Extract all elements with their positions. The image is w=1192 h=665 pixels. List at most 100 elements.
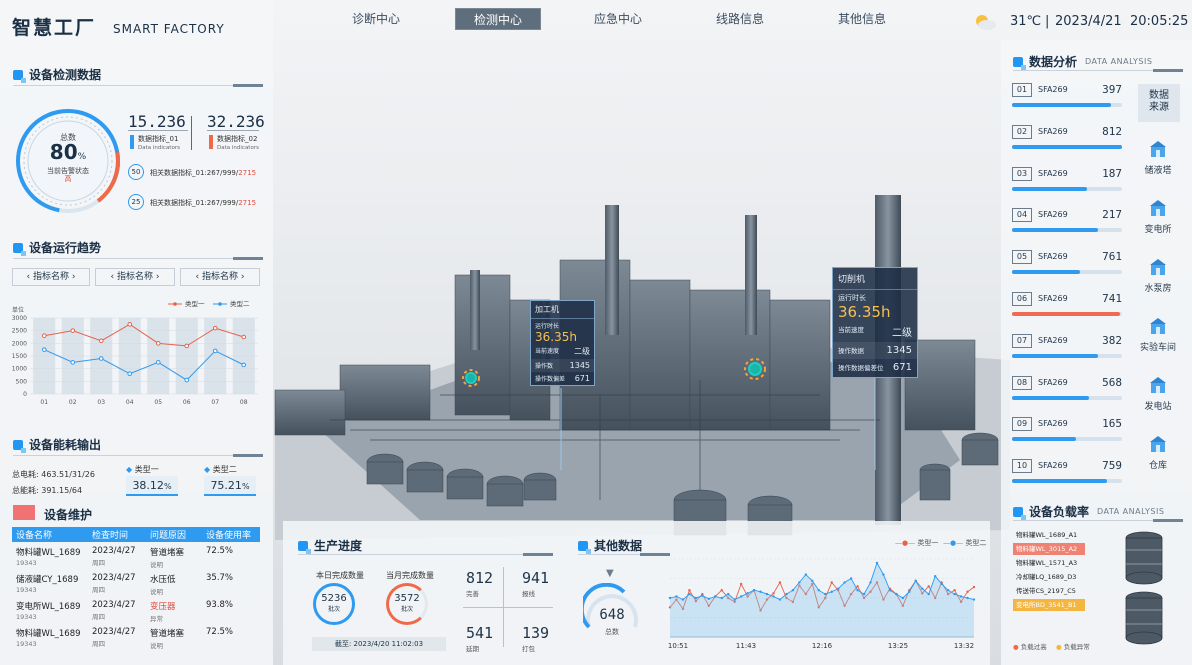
other-data-point bbox=[791, 589, 795, 592]
other-data-point bbox=[946, 589, 950, 592]
card-title: 加工机 bbox=[531, 301, 594, 319]
stat-delay: 541 bbox=[466, 624, 494, 642]
side-item-power-station[interactable]: 发电站 bbox=[1138, 376, 1178, 412]
related-metric-1: 相关数据指标_01:267/999/2715 bbox=[150, 169, 257, 177]
load-item[interactable]: 传送带CS_2197_C5 bbox=[1013, 585, 1085, 597]
other-data-point bbox=[668, 596, 672, 600]
machine-card-processing[interactable]: 加工机 运行时长 36.35h 当前速度 二级 操作数 1345 操作数偏差 671 bbox=[530, 300, 595, 386]
section-marker-icon bbox=[13, 242, 26, 256]
nav-emergency-center[interactable]: 应急中心 bbox=[575, 8, 661, 30]
other-data-point bbox=[824, 592, 827, 596]
reason-cell: 管道堵塞 说明 bbox=[150, 548, 185, 569]
other-data-point bbox=[830, 590, 833, 593]
side-item-lab-workshop[interactable]: 实验车间 bbox=[1138, 317, 1178, 353]
title-underline bbox=[1013, 69, 1183, 72]
other-data-point bbox=[804, 573, 808, 576]
current-date: 2023/4/21 bbox=[1055, 14, 1122, 29]
trend-y-tick: 2000 bbox=[12, 340, 27, 347]
nav-detection-center[interactable]: 检测中心 bbox=[455, 8, 541, 30]
device-name-cell: 变电所WL_1689 19343 bbox=[16, 602, 81, 621]
other-data-point bbox=[714, 595, 717, 598]
other-data-point bbox=[733, 598, 736, 601]
other-data-point bbox=[933, 574, 937, 578]
divider bbox=[128, 130, 188, 131]
side-item-pump-house[interactable]: 水泵房 bbox=[1138, 258, 1178, 294]
analysis-row-bar bbox=[1012, 144, 1122, 149]
analysis-row-bar-track bbox=[1012, 270, 1122, 275]
other-data-point bbox=[727, 592, 730, 596]
side-item-tank-tower[interactable]: 储液塔 bbox=[1138, 140, 1178, 176]
ring-unit: % bbox=[77, 152, 87, 162]
side-item-substation[interactable]: 变电所 bbox=[1138, 199, 1178, 235]
load-item[interactable]: 冷却罐LQ_1689_D3 bbox=[1013, 571, 1085, 583]
month-complete-value: 3572 bbox=[394, 593, 420, 604]
trend-x-tick: 05 bbox=[154, 399, 162, 406]
other-data-point bbox=[895, 592, 898, 596]
day-complete-ring: 5236 批次 bbox=[313, 583, 355, 625]
load-item[interactable]: 物料罐WL_3015_A2 bbox=[1013, 543, 1085, 555]
energy-type-1-label: ◆ 类型一 bbox=[126, 465, 159, 474]
analysis-row[interactable]: 10 SFA269 759 bbox=[1012, 459, 1124, 489]
pump-house-icon bbox=[1150, 259, 1166, 275]
metric-1-sub: Data indicators bbox=[138, 145, 180, 151]
table-row[interactable]: 储液罐CY_1689 19343 2023/4/27 周四 水压低 说明 35.7% bbox=[12, 569, 260, 596]
metric-1-value: 15.236 bbox=[128, 112, 186, 131]
analysis-row-value: 759 bbox=[1102, 459, 1122, 473]
load-item[interactable]: 物料罐WL_1571_A3 bbox=[1013, 557, 1085, 569]
analysis-row-index: 02 bbox=[1012, 124, 1032, 139]
analysis-row[interactable]: 01 SFA269 397 bbox=[1012, 83, 1124, 113]
table-row[interactable]: 变电所WL_1689 19343 2023/4/27 周四 变压器 异常 93.8% bbox=[12, 596, 260, 623]
analysis-row[interactable]: 02 SFA269 812 bbox=[1012, 124, 1124, 155]
trend-tab-3[interactable]: ‹ 指标名称 › bbox=[180, 268, 260, 286]
analysis-row-index: 07 bbox=[1012, 333, 1032, 348]
analysis-row[interactable]: 09 SFA269 165 bbox=[1012, 417, 1124, 447]
power-station-icon bbox=[1150, 377, 1166, 393]
trend-x-tick: 01 bbox=[40, 399, 48, 406]
machine-card-cutting[interactable]: 切削机 运行时长 36.35h 当前速度 二级 操作数据 1345 操作数据偏差位 6… bbox=[832, 267, 918, 378]
brand-subtitle: SMART FACTORY bbox=[113, 22, 225, 36]
analysis-row[interactable]: 03 SFA269 187 bbox=[1012, 166, 1124, 197]
analysis-row[interactable]: 04 SFA269 217 bbox=[1012, 208, 1124, 238]
other-x-tick: 11:43 bbox=[736, 642, 756, 650]
analysis-row-index: 01 bbox=[1012, 83, 1032, 97]
warehouse-icon bbox=[1150, 436, 1166, 452]
nav-line-info[interactable]: 线路信息 bbox=[697, 8, 783, 30]
other-data-point bbox=[843, 581, 846, 584]
other-data-point bbox=[778, 581, 782, 584]
analysis-row-name: SFA269 bbox=[1038, 419, 1068, 429]
maintenance-table: 设备名称 检查时间 问题原因 设备使用率 物料罐WL_1689 19343 202… bbox=[12, 527, 260, 650]
nav-other-info[interactable]: 其他信息 bbox=[819, 8, 905, 30]
trend-data-point bbox=[70, 328, 76, 333]
table-row[interactable]: 物料罐WL_1689 19343 2023/4/27 周四 管道堵塞 说明 72.5% bbox=[12, 623, 260, 650]
load-item[interactable]: 物料罐WL_1689_A1 bbox=[1013, 529, 1085, 541]
analysis-row-name: SFA269 bbox=[1038, 85, 1068, 94]
check-time-cell: 2023/4/27 周四 bbox=[92, 600, 136, 621]
side-item-warehouse[interactable]: 仓库 bbox=[1138, 435, 1178, 471]
trend-data-point bbox=[241, 362, 247, 368]
card-level-row: 当前速度 二级 bbox=[838, 326, 912, 339]
other-data-point bbox=[966, 596, 969, 600]
data-source-button[interactable]: 数据来源 bbox=[1138, 84, 1180, 122]
other-data-point bbox=[785, 592, 788, 596]
trend-data-point bbox=[212, 325, 218, 331]
trend-x-tick: 02 bbox=[69, 399, 77, 406]
trend-y-tick: 1000 bbox=[12, 366, 27, 373]
substation-icon bbox=[1150, 200, 1166, 216]
analysis-row[interactable]: 07 SFA269 382 bbox=[1012, 333, 1124, 364]
trend-x-tick: 04 bbox=[126, 399, 134, 406]
other-data-point bbox=[856, 589, 859, 592]
divider bbox=[207, 130, 259, 131]
table-row[interactable]: 物料罐WL_1689 19343 2023/4/27 周四 管道堵塞 说明 72.5% bbox=[12, 542, 260, 569]
load-item[interactable]: 变电所BD_3541_B1 bbox=[1013, 599, 1085, 611]
trend-data-point bbox=[241, 334, 247, 340]
trend-tab-2[interactable]: ‹ 指标名称 › bbox=[95, 268, 175, 286]
analysis-row[interactable]: 08 SFA269 568 bbox=[1012, 375, 1124, 406]
ring-value: 80 bbox=[49, 140, 78, 164]
trend-tab-1[interactable]: ‹ 指标名称 › bbox=[12, 268, 90, 286]
nav-diagnosis-center[interactable]: 诊断中心 bbox=[333, 8, 419, 30]
analysis-row-bar-track bbox=[1012, 103, 1122, 107]
analysis-row[interactable]: 05 SFA269 761 bbox=[1012, 250, 1124, 280]
section-marker-icon bbox=[13, 439, 26, 453]
analysis-row[interactable]: 06 SFA269 741 bbox=[1012, 292, 1124, 322]
analysis-row-bar bbox=[1012, 103, 1111, 107]
